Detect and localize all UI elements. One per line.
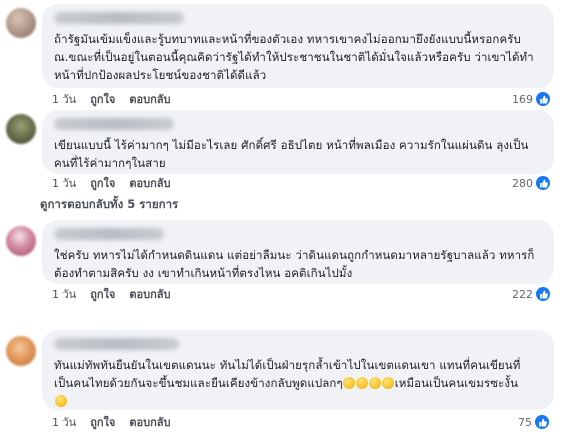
reaction-count-value: 222 <box>512 287 533 301</box>
thumbs-up-icon <box>536 92 550 106</box>
comment-timestamp[interactable]: 1 วัน <box>52 285 76 303</box>
commenter-name-blurred[interactable] <box>54 228 164 240</box>
grinning-face-emoji <box>369 377 382 389</box>
comment-actions: 1 วัน ถูกใจ ตอบกลับ <box>52 90 170 108</box>
comment-actions: 1 วัน ถูกใจ ตอบกลับ <box>52 413 170 431</box>
like-button[interactable]: ถูกใจ <box>90 413 115 431</box>
reaction-count[interactable]: 169 <box>512 90 550 108</box>
reaction-count[interactable]: 75 <box>518 413 549 431</box>
comment-actions: 1 วัน ถูกใจ ตอบกลับ <box>52 174 170 192</box>
thumbs-up-icon <box>536 176 550 190</box>
comment-text: ทันแม่ทัพทันยืนยันในเขตแดนนะ ทันไม่ได้เป… <box>54 356 542 410</box>
reaction-count[interactable]: 280 <box>512 174 550 192</box>
comment-text: ถ้ารัฐมันเข้มแข็งและรู้บทบาทและหน้าที่ขอ… <box>54 32 534 82</box>
commenter-avatar[interactable] <box>6 226 36 256</box>
reply-button[interactable]: ตอบกลับ <box>129 285 170 303</box>
reply-button[interactable]: ตอบกลับ <box>129 90 170 108</box>
reaction-count-value: 75 <box>518 415 532 429</box>
like-button[interactable]: ถูกใจ <box>90 90 115 108</box>
comment-bubble: เขียนแบบนี้ ไร้ค่ามากๆ ไม่มีอะไรเลย ศักด… <box>42 110 554 174</box>
commenter-avatar[interactable] <box>6 8 36 38</box>
commenter-avatar[interactable] <box>6 114 36 144</box>
comment-bubble: ถ้ารัฐมันเข้มแข็งและรู้บทบาทและหน้าที่ขอ… <box>42 4 554 88</box>
commenter-name-blurred[interactable] <box>54 12 184 24</box>
thumbs-up-icon <box>536 287 550 301</box>
comment-actions: 1 วัน ถูกใจ ตอบกลับ <box>52 285 170 303</box>
grinning-face-emoji <box>382 377 395 389</box>
comment-timestamp[interactable]: 1 วัน <box>52 413 76 431</box>
grinning-face-emoji <box>343 377 356 389</box>
comment-bubble: ใช่ครับ ทหารไม่ได้กำหนดดินแดน แต่อย่าลืม… <box>42 220 554 284</box>
like-button[interactable]: ถูกใจ <box>90 174 115 192</box>
comment-bubble: ทันแม่ทัพทันยืนยันในเขตแดนนะ ทันไม่ได้เป… <box>42 330 554 410</box>
reaction-count-value: 280 <box>512 176 533 190</box>
reply-button[interactable]: ตอบกลับ <box>129 413 170 431</box>
reaction-count[interactable]: 222 <box>512 285 550 303</box>
like-button[interactable]: ถูกใจ <box>90 285 115 303</box>
reply-button[interactable]: ตอบกลับ <box>129 174 170 192</box>
grinning-face-emoji <box>54 395 67 407</box>
comment-timestamp[interactable]: 1 วัน <box>52 90 76 108</box>
comment-text: ใช่ครับ ทหารไม่ได้กำหนดดินแดน แต่อย่าลืม… <box>54 248 535 280</box>
commenter-name-blurred[interactable] <box>54 118 174 130</box>
thumbs-up-icon <box>535 415 549 429</box>
comment-timestamp[interactable]: 1 วัน <box>52 174 76 192</box>
reaction-count-value: 169 <box>512 92 533 106</box>
commenter-name-blurred[interactable] <box>54 338 179 350</box>
grinning-face-emoji <box>356 377 369 389</box>
comment-text: เขียนแบบนี้ ไร้ค่ามากๆ ไม่มีอะไรเลย ศักด… <box>54 138 529 170</box>
commenter-avatar[interactable] <box>6 336 36 366</box>
view-replies-link[interactable]: ดูการตอบกลับทั้ง 5 รายการ <box>40 196 178 214</box>
